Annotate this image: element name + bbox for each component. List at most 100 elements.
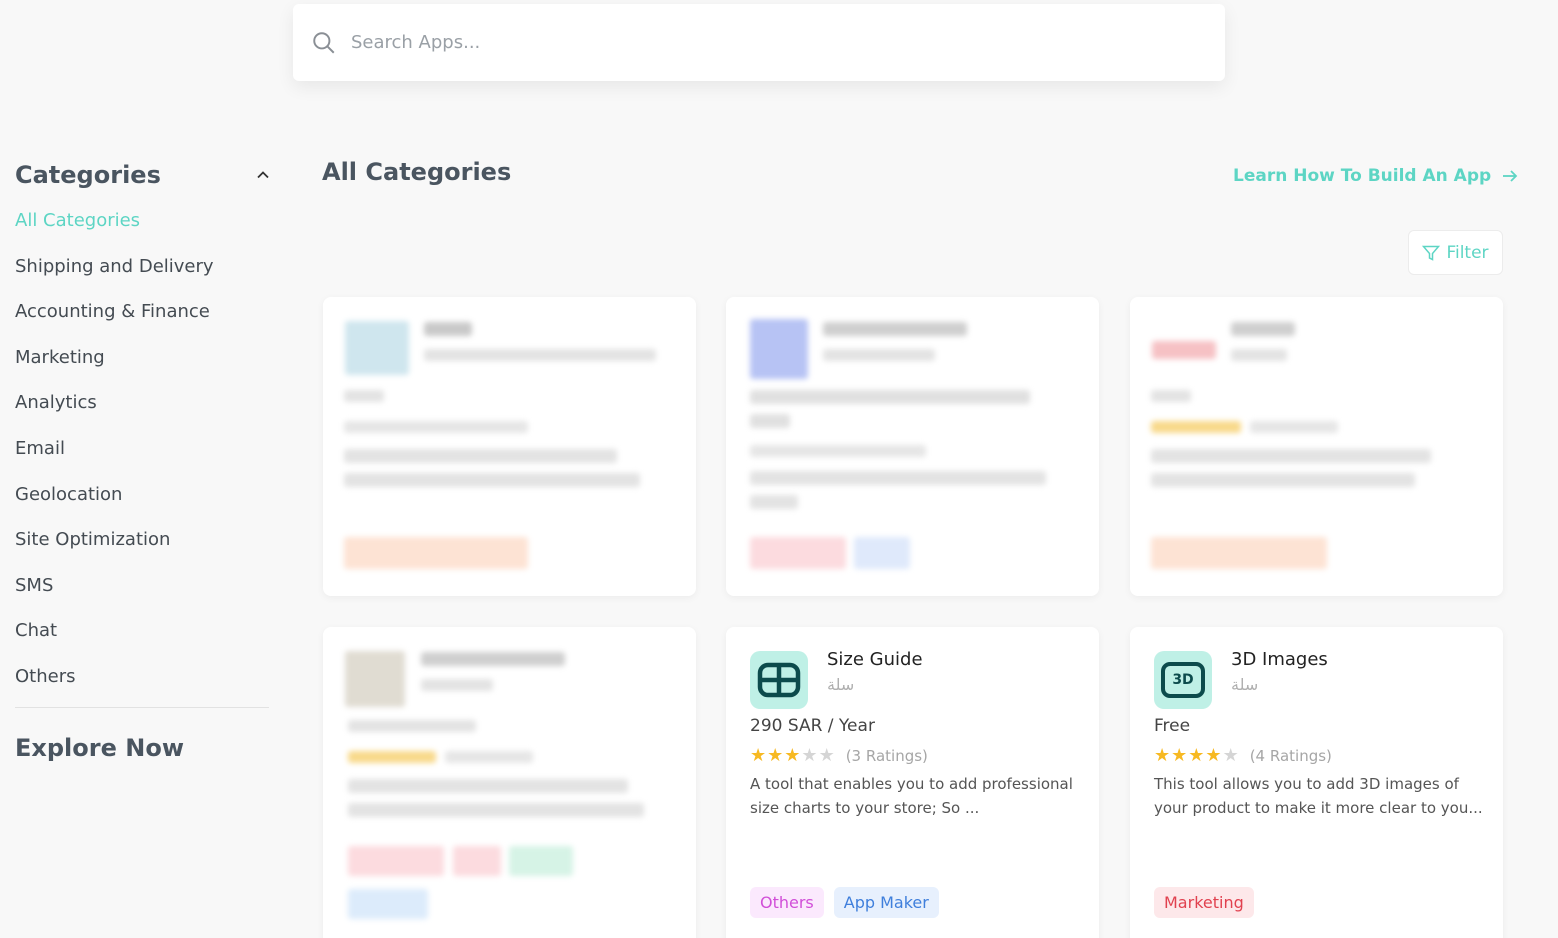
- star-icon: ★: [818, 745, 835, 766]
- 3d-icon: 3D: [1161, 662, 1205, 698]
- page-title: All Categories: [322, 158, 512, 186]
- category-item-sms[interactable]: SMS: [15, 572, 271, 618]
- blurred-text: [823, 322, 967, 336]
- category-item-marketing[interactable]: Marketing: [15, 344, 271, 390]
- blurred-text: [750, 495, 798, 509]
- sidebar-divider: [15, 706, 269, 708]
- blurred-text: [348, 803, 644, 817]
- chevron-up-icon[interactable]: [255, 167, 271, 183]
- rating-stars: ★ ★ ★ ★ ★ (3 Ratings): [750, 745, 928, 766]
- app-description: A tool that enables you to add professio…: [750, 775, 1073, 817]
- categories-sidebar: Categories All Categories Shipping and D…: [15, 155, 271, 762]
- 3d-icon-label: 3D: [1172, 672, 1194, 688]
- blurred-tag: [348, 889, 428, 919]
- category-item-accounting[interactable]: Accounting & Finance: [15, 298, 271, 344]
- blurred-tag: [1151, 537, 1327, 569]
- app-price: Free: [1154, 716, 1191, 736]
- blurred-text: [421, 679, 493, 691]
- blurred-text: [445, 751, 533, 763]
- tag-others[interactable]: Others: [750, 887, 824, 918]
- category-item-all[interactable]: All Categories: [15, 207, 271, 253]
- app-card-blurred[interactable]: [726, 297, 1099, 596]
- ratings-count: (3 Ratings): [845, 747, 928, 765]
- blurred-text: [424, 349, 656, 361]
- star-icon: ★: [1205, 745, 1222, 766]
- star-icon: ★: [1154, 745, 1171, 766]
- blurred-text: [1151, 449, 1431, 463]
- category-item-email[interactable]: Email: [15, 435, 271, 481]
- blurred-text: [348, 779, 628, 793]
- star-icon: ★: [801, 745, 818, 766]
- blurred-text: [1151, 390, 1191, 402]
- blurred-stars: [348, 751, 436, 763]
- blurred-text: [421, 652, 565, 666]
- blurred-text: [750, 390, 1030, 404]
- categories-title: Categories: [15, 161, 161, 189]
- app-icon: [750, 651, 808, 709]
- category-item-geolocation[interactable]: Geolocation: [15, 481, 271, 527]
- app-name: Size Guide: [827, 649, 923, 670]
- blurred-app-icon: [345, 651, 405, 707]
- app-card-size-guide[interactable]: Size Guide سلة 290 SAR / Year ★ ★ ★ ★ ★ …: [726, 627, 1099, 938]
- app-price: 290 SAR / Year: [750, 716, 875, 736]
- blurred-app-icon: [750, 319, 808, 379]
- star-icon: ★: [784, 745, 801, 766]
- category-item-site-optimization[interactable]: Site Optimization: [15, 526, 271, 572]
- blurred-text: [344, 421, 528, 433]
- blurred-tag: [453, 846, 501, 876]
- app-tags: Marketing: [1154, 887, 1254, 918]
- ratings-count: (4 Ratings): [1249, 747, 1332, 765]
- app-vendor: سلة: [827, 675, 855, 694]
- explore-now-link[interactable]: Explore Now: [15, 734, 271, 762]
- app-icon: 3D: [1154, 651, 1212, 709]
- blurred-text: [348, 720, 476, 732]
- blurred-text: [750, 445, 926, 457]
- category-item-analytics[interactable]: Analytics: [15, 389, 271, 435]
- blurred-text: [344, 449, 617, 463]
- blurred-tag: [509, 846, 573, 876]
- filter-icon: [1422, 245, 1441, 261]
- blurred-app-icon: [1152, 341, 1216, 359]
- search-icon: [313, 31, 335, 53]
- filter-button[interactable]: Filter: [1408, 230, 1503, 275]
- learn-build-app-label: Learn How To Build An App: [1233, 166, 1492, 186]
- blurred-stars: [1151, 421, 1241, 433]
- star-icon: ★: [767, 745, 784, 766]
- star-icon: ★: [1171, 745, 1188, 766]
- blurred-tag: [348, 846, 444, 876]
- star-icon: ★: [750, 745, 767, 766]
- app-card-blurred[interactable]: [1130, 297, 1503, 596]
- blurred-text: [424, 322, 472, 336]
- blurred-text: [1151, 473, 1415, 487]
- app-vendor: سلة: [1231, 675, 1259, 694]
- filter-label: Filter: [1446, 242, 1489, 263]
- arrow-right-icon: [1503, 170, 1518, 182]
- blurred-text: [1250, 421, 1338, 433]
- category-list: All Categories Shipping and Delivery Acc…: [15, 207, 271, 709]
- app-description: This tool allows you to add 3D images of…: [1154, 775, 1483, 817]
- app-tags: Others App Maker: [750, 887, 939, 918]
- blurred-tag: [344, 537, 528, 569]
- category-item-chat[interactable]: Chat: [15, 617, 271, 663]
- blurred-tag: [854, 537, 910, 569]
- blurred-text: [344, 390, 384, 402]
- categories-header: Categories: [15, 155, 271, 195]
- app-name: 3D Images: [1231, 649, 1328, 670]
- blurred-text: [750, 414, 790, 428]
- category-item-others[interactable]: Others: [15, 663, 271, 709]
- rating-stars: ★ ★ ★ ★ ★ (4 Ratings): [1154, 745, 1332, 766]
- app-card-blurred[interactable]: [323, 297, 696, 596]
- star-icon: ★: [1188, 745, 1205, 766]
- category-item-shipping[interactable]: Shipping and Delivery: [15, 253, 271, 299]
- tag-app-maker[interactable]: App Maker: [833, 887, 939, 918]
- search-input[interactable]: [351, 32, 1151, 53]
- blurred-text: [344, 473, 640, 487]
- learn-build-app-link[interactable]: Learn How To Build An App: [1233, 166, 1519, 186]
- search-bar: [293, 4, 1225, 81]
- app-card-3d-images[interactable]: 3D 3D Images سلة Free ★ ★ ★ ★ ★ (4 Ratin…: [1130, 627, 1503, 938]
- grid-icon: [757, 662, 801, 698]
- app-card-blurred[interactable]: [323, 627, 696, 938]
- blurred-text: [750, 471, 1046, 485]
- tag-marketing[interactable]: Marketing: [1154, 887, 1254, 918]
- blurred-tag: [750, 537, 846, 569]
